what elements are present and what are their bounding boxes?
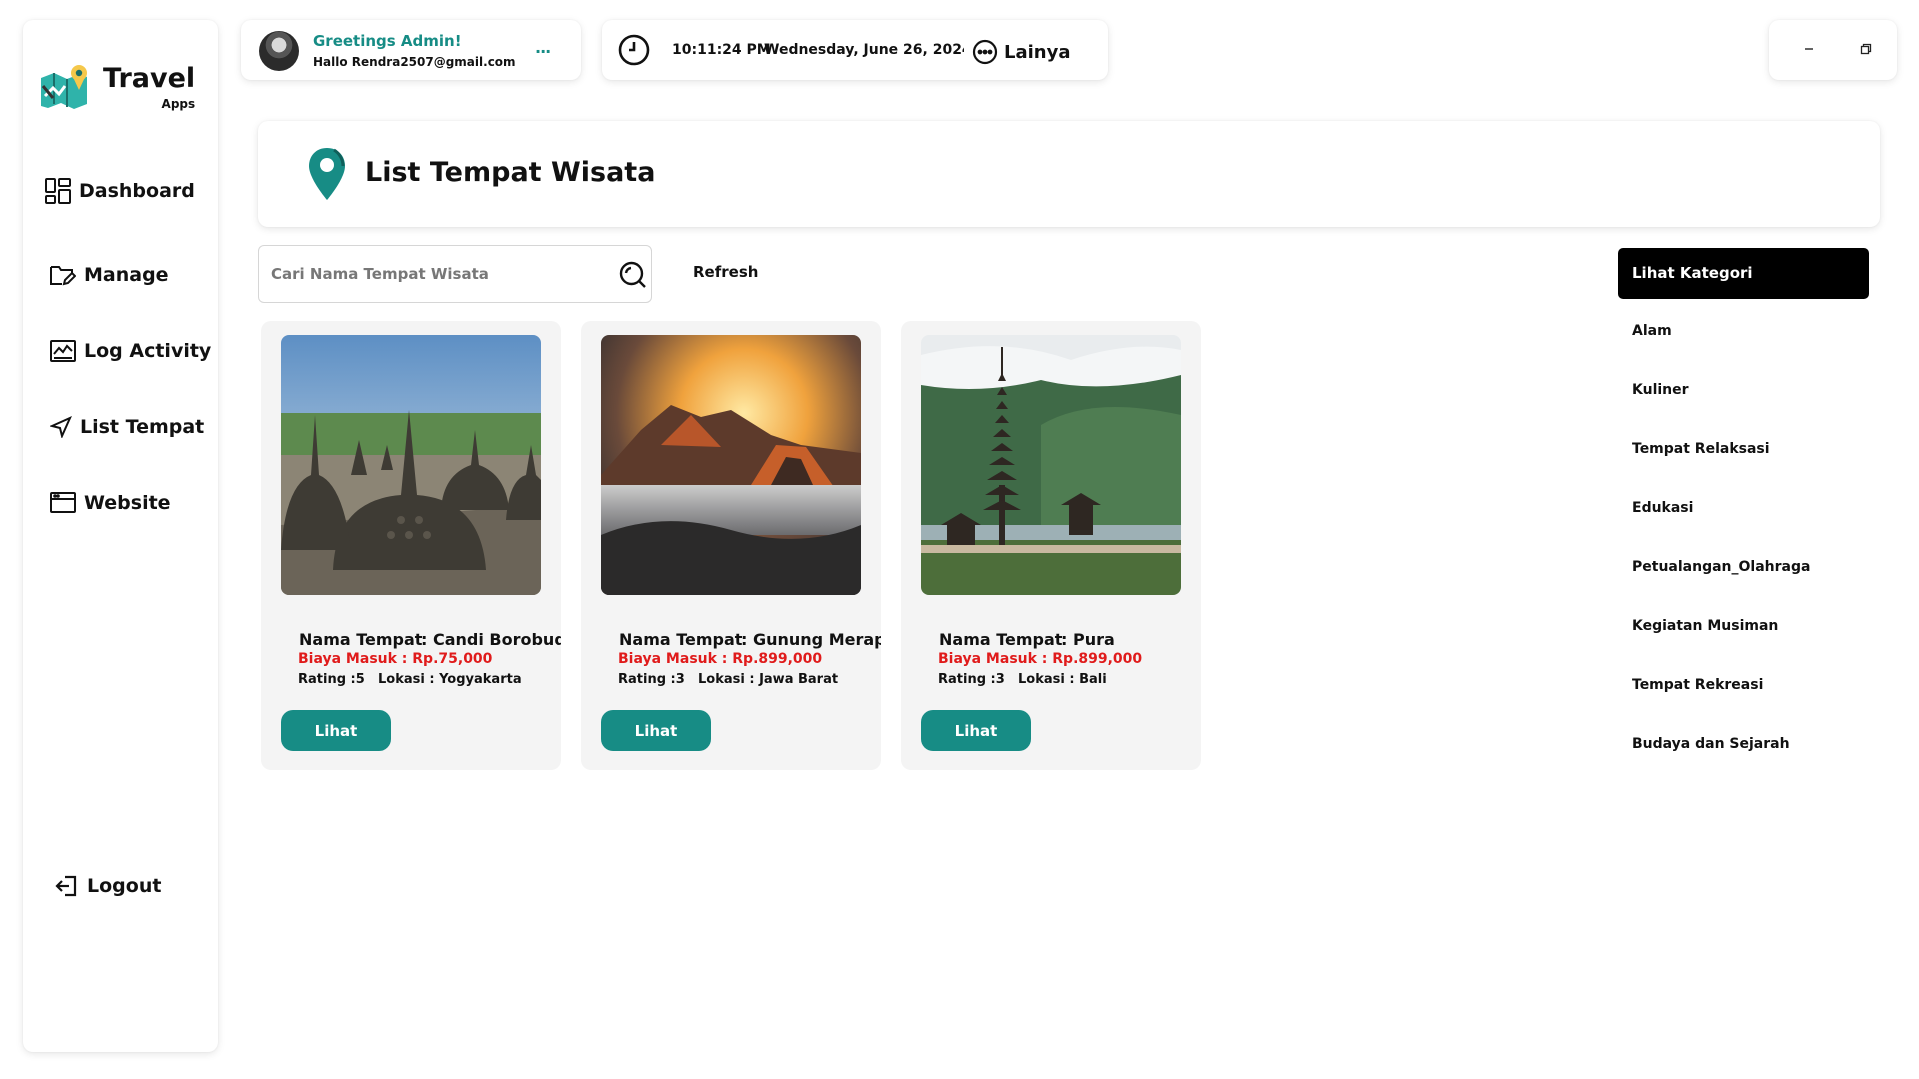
destination-name: Nama Tempat: Gunung Merapi xyxy=(619,630,881,649)
sidebar-item-list-tempat[interactable]: List Tempat xyxy=(50,416,204,438)
destination-location: Lokasi : Jawa Barat xyxy=(698,672,839,687)
map-logo-icon xyxy=(41,65,87,109)
logout-button[interactable]: Logout xyxy=(55,875,161,897)
datetime-panel: 10:11:24 PM Wednesday, June 26, 2024 Lai… xyxy=(602,20,1108,80)
lihat-button[interactable]: Lihat xyxy=(921,710,1031,751)
restore-icon[interactable] xyxy=(1859,42,1873,56)
destination-image[interactable] xyxy=(601,335,861,595)
app-subtitle: Apps xyxy=(161,96,196,111)
category-header-button[interactable]: Lihat Kategori xyxy=(1618,248,1869,299)
search-icon[interactable] xyxy=(619,261,647,289)
category-item-tempat-rekreasi[interactable]: Tempat Rekreasi xyxy=(1632,677,1763,693)
window-controls xyxy=(1769,20,1897,80)
destination-card: Nama Tempat: Gunung Merapi Biaya Masuk :… xyxy=(581,321,881,770)
sidebar-item-log-activity[interactable]: Log Activity xyxy=(50,340,211,362)
app-logo: Travel Apps xyxy=(39,64,195,110)
lihat-button[interactable]: Lihat xyxy=(281,710,391,751)
refresh-button[interactable]: Refresh xyxy=(693,263,758,281)
current-date: Wednesday, June 26, 2024 xyxy=(764,42,964,58)
more-options-button[interactable]: ··· xyxy=(535,42,551,61)
destination-rating: Rating :3 xyxy=(938,672,1005,687)
category-item-alam[interactable]: Alam xyxy=(1632,323,1672,339)
destination-name: Nama Tempat: Pura xyxy=(939,630,1115,649)
search-box xyxy=(258,245,652,303)
destination-meta: Rating :3 Lokasi : Bali xyxy=(938,672,1107,687)
destination-rating: Rating :3 xyxy=(618,672,685,687)
destination-location: Lokasi : Yogyakarta xyxy=(378,672,522,687)
app-title: Travel xyxy=(103,62,196,94)
user-greeting-panel: Greetings Admin! Hallo Rendra2507@gmail.… xyxy=(241,20,581,80)
lihat-button[interactable]: Lihat xyxy=(601,710,711,751)
destination-rating: Rating :5 xyxy=(298,672,365,687)
chart-icon xyxy=(50,340,76,362)
destination-name: Nama Tempat: Candi Borobudur xyxy=(299,630,561,649)
minimize-icon[interactable] xyxy=(1802,42,1816,56)
sidebar-item-label: List Tempat xyxy=(80,416,205,438)
greeting-text: Greetings Admin! xyxy=(313,32,462,50)
destination-card: Nama Tempat: Candi Borobudur Biaya Masuk… xyxy=(261,321,561,770)
sidebar-item-label: Manage xyxy=(84,264,169,286)
page-title: List Tempat Wisata xyxy=(365,157,656,188)
user-email: Hallo Rendra2507@gmail.com xyxy=(313,55,516,69)
category-item-tempat-relaksasi[interactable]: Tempat Relaksasi xyxy=(1632,441,1770,457)
destination-card: Nama Tempat: Pura Biaya Masuk : Rp.899,0… xyxy=(901,321,1201,770)
category-item-kuliner[interactable]: Kuliner xyxy=(1632,382,1689,398)
sidebar-item-manage[interactable]: Manage xyxy=(50,264,169,286)
search-input[interactable] xyxy=(271,261,601,287)
sidebar-item-website[interactable]: Website xyxy=(50,492,171,514)
category-item-budaya-dan-sejarah[interactable]: Budaya dan Sejarah xyxy=(1632,736,1790,752)
folder-edit-icon xyxy=(50,266,76,286)
sidebar: Travel Apps Dashboard Manage Log Activit… xyxy=(23,20,218,1052)
sidebar-item-label: Log Activity xyxy=(84,340,212,362)
category-item-petualangan-olahraga[interactable]: Petualangan_Olahraga xyxy=(1632,559,1810,575)
sidebar-item-label: Website xyxy=(84,492,171,514)
destination-meta: Rating :3 Lokasi : Jawa Barat xyxy=(618,672,838,687)
clock-icon xyxy=(618,34,650,66)
browser-icon xyxy=(50,492,76,513)
current-time: 10:11:24 PM xyxy=(672,42,771,58)
logout-label: Logout xyxy=(87,875,162,897)
destination-price: Biaya Masuk : Rp.899,000 xyxy=(618,651,823,667)
send-icon xyxy=(50,416,72,438)
avatar[interactable] xyxy=(259,31,299,71)
sidebar-item-label: Dashboard xyxy=(79,180,195,202)
destination-price: Biaya Masuk : Rp.899,000 xyxy=(938,651,1143,667)
destination-image[interactable] xyxy=(281,335,541,595)
destination-image[interactable] xyxy=(921,335,1181,595)
destination-price: Biaya Masuk : Rp.75,000 xyxy=(298,651,493,667)
dashboard-icon xyxy=(45,178,71,204)
category-item-kegiatan-musiman[interactable]: Kegiatan Musiman xyxy=(1632,618,1778,634)
destination-meta: Rating :5 Lokasi : Yogyakarta xyxy=(298,672,522,687)
page-header: List Tempat Wisata xyxy=(258,121,1880,227)
location-pin-icon xyxy=(309,148,345,200)
category-item-edukasi[interactable]: Edukasi xyxy=(1632,500,1693,516)
more-circle-icon[interactable] xyxy=(972,39,998,65)
destination-location: Lokasi : Bali xyxy=(1018,672,1107,687)
logout-icon xyxy=(55,875,77,897)
sidebar-item-dashboard[interactable]: Dashboard xyxy=(45,178,195,204)
lainya-button[interactable]: Lainya xyxy=(1004,42,1070,63)
